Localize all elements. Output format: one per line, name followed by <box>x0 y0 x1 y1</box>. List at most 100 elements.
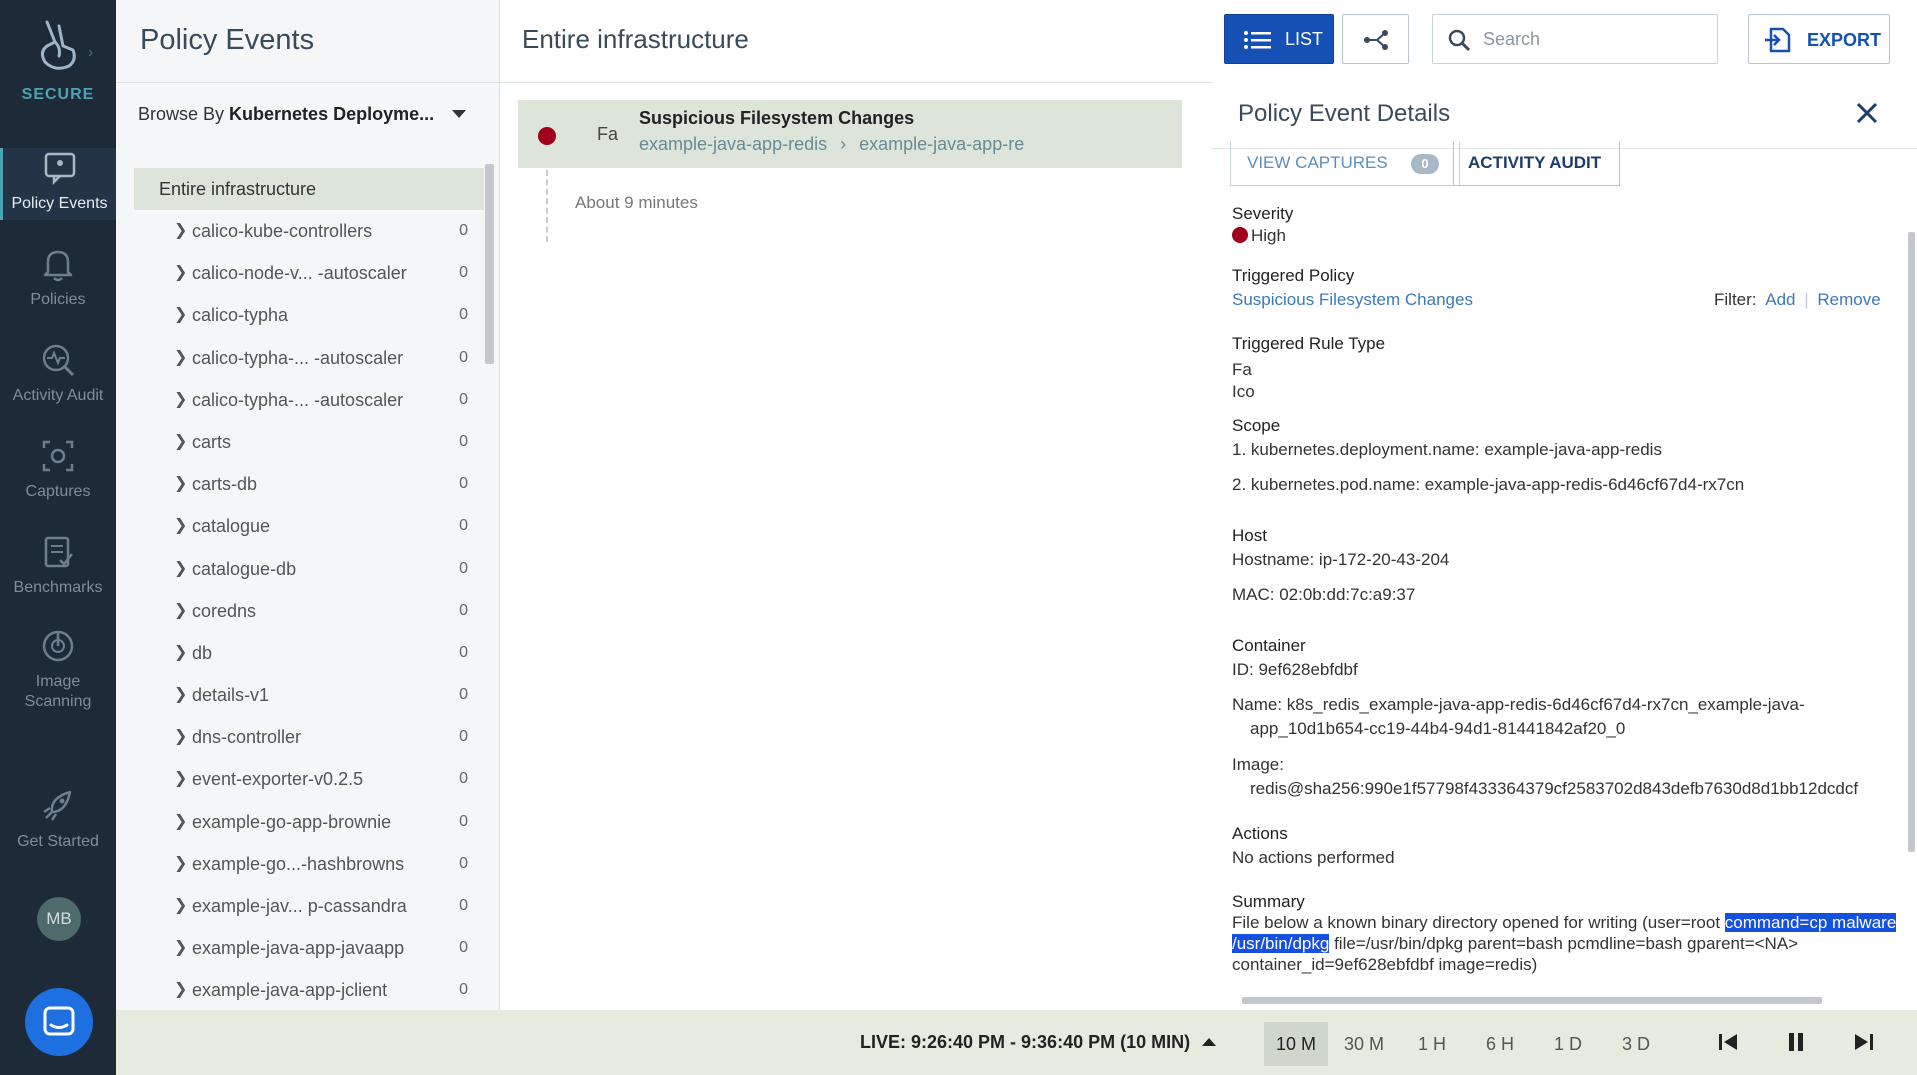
chevron-right-icon[interactable]: ❯ <box>174 421 187 463</box>
skip-back-icon[interactable] <box>1716 1030 1740 1054</box>
tree-item[interactable]: ❯ calico-node-v... -autoscaler 0 <box>134 252 484 294</box>
chevron-right-icon[interactable]: ❯ <box>174 252 187 294</box>
tree-item[interactable]: ❯ details-v1 0 <box>134 674 484 716</box>
container-id-value: ID: 9ef628ebfdbf <box>1232 660 1358 679</box>
tree-root-entire-infrastructure[interactable]: Entire infrastructure <box>134 168 484 210</box>
chevron-right-icon[interactable]: ❯ <box>174 885 187 927</box>
caret-down-icon[interactable] <box>452 110 466 118</box>
range-30m-button[interactable]: 30 M <box>1332 1022 1396 1066</box>
nav-label: Activity Audit <box>12 387 104 404</box>
avatar[interactable]: MB <box>37 897 81 941</box>
tree-item-label: example-jav... p-cassandra <box>192 896 407 916</box>
nav-get-started[interactable]: Get Started <box>0 786 116 852</box>
chevron-right-icon[interactable]: ❯ <box>174 716 187 758</box>
chevron-right-icon[interactable]: ❯ <box>174 674 187 716</box>
event-details-panel: Policy Event Details VIEW CAPTURES 0 ACT… <box>1212 82 1917 1010</box>
skip-forward-icon[interactable] <box>1852 1030 1876 1054</box>
tree-item[interactable]: ❯ dns-controller 0 <box>134 716 484 758</box>
expand-chevron-icon[interactable]: › <box>88 44 93 62</box>
tree-item[interactable]: ❯ example-go...-hashbrowns 0 <box>134 843 484 885</box>
chevron-right-icon[interactable]: ❯ <box>174 969 187 1011</box>
tree-scrollbar[interactable] <box>484 152 494 1007</box>
chevron-right-icon[interactable]: ❯ <box>174 548 187 590</box>
chevron-right-icon[interactable]: ❯ <box>174 758 187 800</box>
export-button[interactable]: EXPORT <box>1748 14 1890 64</box>
filter-label: Filter: <box>1714 290 1757 309</box>
details-scrollbar[interactable] <box>1905 148 1917 908</box>
time-navigation-bar: LIVE: 9:26:40 PM - 9:36:40 PM (10 MIN) 1… <box>116 1010 1917 1075</box>
filter-add-link[interactable]: Add <box>1765 290 1795 309</box>
range-10m-button[interactable]: 10 M <box>1264 1022 1328 1066</box>
view-captures-button[interactable]: VIEW CAPTURES 0 <box>1230 142 1460 186</box>
range-1h-button[interactable]: 1 H <box>1400 1022 1464 1066</box>
tree-item[interactable]: ❯ carts 0 <box>134 421 484 463</box>
range-3d-button[interactable]: 3 D <box>1604 1022 1668 1066</box>
list-title: Entire infrastructure <box>522 24 749 54</box>
tree-item-count: 0 <box>459 981 468 999</box>
brand[interactable]: SECURE <box>0 18 116 104</box>
chevron-right-icon[interactable]: ❯ <box>174 505 187 547</box>
nav-captures[interactable]: Captures <box>0 436 116 502</box>
tree-item[interactable]: ❯ example-go-app-brownie 0 <box>134 801 484 843</box>
activity-audit-button[interactable]: ACTIVITY AUDIT <box>1453 142 1620 186</box>
rule-type-value-1: Fa <box>1232 360 1252 379</box>
chevron-right-icon[interactable]: ❯ <box>174 632 187 674</box>
scrollbar-thumb[interactable] <box>1908 232 1915 852</box>
search-input[interactable] <box>1483 25 1703 53</box>
tree-item[interactable]: ❯ example-java-app-jclient 0 <box>134 969 484 1011</box>
range-1d-button[interactable]: 1 D <box>1536 1022 1600 1066</box>
severity-text: High <box>1251 226 1286 245</box>
tree-item[interactable]: ❯ db 0 <box>134 632 484 674</box>
chevron-right-icon[interactable]: ❯ <box>174 294 187 336</box>
tree-item[interactable]: ❯ example-java-app-javaapp 0 <box>134 927 484 969</box>
chevron-right-icon[interactable]: ❯ <box>174 843 187 885</box>
scrollbar-thumb[interactable] <box>1242 997 1822 1004</box>
tree-item-label: details-v1 <box>192 685 270 706</box>
chevron-right-icon[interactable]: ❯ <box>174 590 187 632</box>
actions-heading: Actions <box>1232 824 1288 843</box>
chevron-right-icon[interactable]: ❯ <box>174 210 187 252</box>
tree-item[interactable]: ❯ calico-typha 0 <box>134 294 484 336</box>
list-view-button[interactable]: LIST <box>1224 14 1334 64</box>
chevron-right-icon[interactable]: ❯ <box>174 337 187 379</box>
range-6h-button[interactable]: 6 H <box>1468 1022 1532 1066</box>
browse-by-dropdown[interactable]: Browse By Kubernetes Deployme... <box>138 104 434 125</box>
search-box[interactable] <box>1432 14 1718 64</box>
caret-up-icon[interactable] <box>1202 1038 1216 1046</box>
tree-item[interactable]: ❯ coredns 0 <box>134 590 484 632</box>
pause-icon[interactable] <box>1784 1030 1808 1054</box>
event-row[interactable]: Fa Suspicious Filesystem Changes example… <box>518 100 1182 168</box>
nav-benchmarks[interactable]: Benchmarks <box>0 532 116 598</box>
filter-remove-link[interactable]: Remove <box>1817 290 1880 309</box>
nav-policies[interactable]: Policies <box>0 244 116 310</box>
live-time-range[interactable]: LIVE: 9:26:40 PM - 9:36:40 PM (10 MIN) <box>860 1032 1190 1053</box>
tree-item[interactable]: ❯ example-jav... p-cassandra 0 <box>134 885 484 927</box>
graph-view-button[interactable] <box>1342 14 1409 64</box>
chevron-right-icon[interactable]: ❯ <box>174 379 187 421</box>
nav-image-scanning[interactable]: Image Scanning <box>0 626 116 712</box>
details-horizontal-scrollbar[interactable] <box>1230 994 1910 1006</box>
tree-item[interactable]: ❯ calico-typha-... -autoscaler 0 <box>134 337 484 379</box>
tree-item[interactable]: ❯ calico-typha-... -autoscaler 0 <box>134 379 484 421</box>
chevron-right-icon[interactable]: ❯ <box>174 927 187 969</box>
tree-item[interactable]: ❯ catalogue 0 <box>134 505 484 547</box>
chat-button[interactable] <box>25 988 93 1056</box>
tree-item[interactable]: ❯ calico-kube-controllers 0 <box>134 210 484 252</box>
triggered-policy-link[interactable]: Suspicious Filesystem Changes <box>1232 290 1473 309</box>
event-list-panel: Entire infrastructure Fa Suspicious File… <box>500 0 1917 1010</box>
scope-line-1: 1. kubernetes.deployment.name: example-j… <box>1232 440 1662 459</box>
scrollbar-thumb[interactable] <box>485 164 494 364</box>
event-time-ago: About 9 minutes <box>575 193 698 212</box>
tree-item-count: 0 <box>459 264 468 282</box>
tree-item[interactable]: ❯ catalogue-db 0 <box>134 548 484 590</box>
chevron-right-icon[interactable]: ❯ <box>174 463 187 505</box>
nav-policy-events[interactable]: Policy Events <box>0 148 116 220</box>
tree-item[interactable]: ❯ event-exporter-v0.2.5 0 <box>134 758 484 800</box>
close-icon[interactable] <box>1852 98 1882 128</box>
tree-item[interactable]: ❯ carts-db 0 <box>134 463 484 505</box>
nav-rail: SECURE › Policy Events Policies Activity… <box>0 0 116 1075</box>
tree-item-label: coredns <box>192 600 257 621</box>
nav-activity-audit[interactable]: Activity Audit <box>0 340 116 406</box>
chevron-right-icon[interactable]: ❯ <box>174 801 187 843</box>
list-label: LIST <box>1285 29 1324 49</box>
